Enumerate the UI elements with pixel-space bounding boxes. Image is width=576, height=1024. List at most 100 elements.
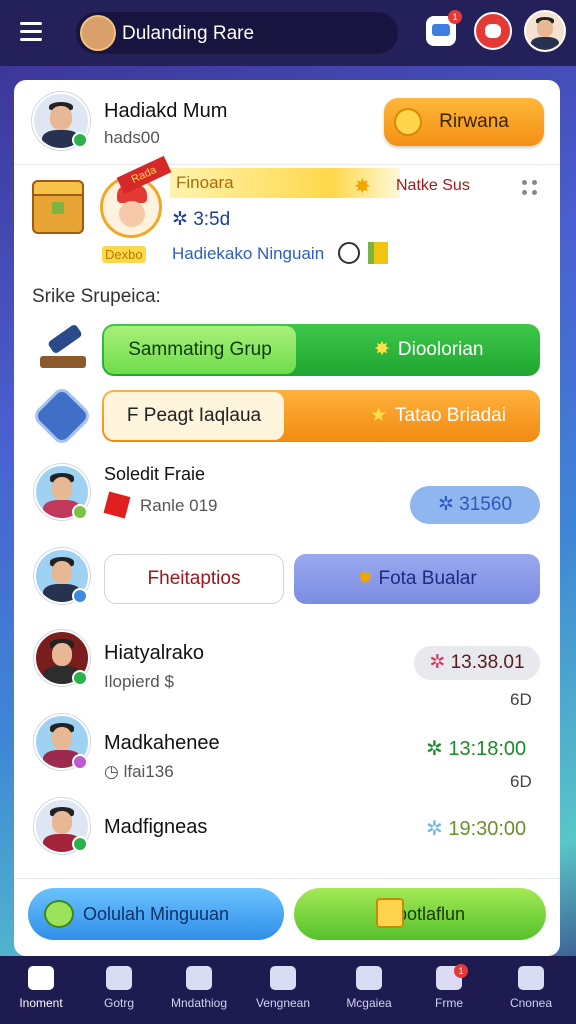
featured-side-label: Natke Sus [396,177,470,194]
player-subtitle: ◷ lfai136 [104,762,174,782]
star-icon: ★ [370,405,388,426]
player-subtitle: Ilopierd $ [104,672,174,691]
nav-badge: 1 [454,964,468,978]
time-label-value: 19:30:00 [448,818,527,840]
group-row-button[interactable]: Sammating Grup ✸ Dioolorian [102,324,540,376]
player-name: Madkahenee [104,732,220,754]
title-pill[interactable]: Dulanding Rare [76,12,398,54]
menu-icon[interactable] [20,22,42,41]
cross-icon [270,966,296,990]
app-avatar-icon [80,15,116,51]
profile-name: Hadiakd Mum [104,100,228,122]
shield-icon [30,384,94,448]
star-icon: ✸ [374,339,390,360]
cow-face-icon [485,24,501,38]
player-count: 6D [510,690,532,709]
nav-item-library[interactable]: Mcgaiea [328,956,410,1024]
score-chip[interactable]: ✲ 31560 [410,486,540,524]
nav-item-home[interactable]: Inoment [0,956,82,1024]
nav-label: Vengnean [255,996,311,1010]
star-badge-icon: ✸ [354,176,371,198]
time-label: ✲ 19:30:00 [426,816,526,841]
left-action-label: Oolulah Minguuan [82,904,230,924]
group-row-right-label: Dioolorian [397,339,484,360]
score-chip-value: 31560 [459,494,513,515]
cube-icon [368,242,388,264]
nav-item-chat[interactable]: Frme [408,956,490,1024]
gem-icon: ✲ [437,494,460,515]
group-row-right: ✸ Dioolorian [374,324,483,376]
gem-icon: ✲ [172,209,194,230]
player-count: 6D [510,772,532,791]
nav-label: Mcgaiea [346,996,392,1010]
nav-label: Cnonea [509,996,553,1010]
time-label: ✲ 13:18:00 [426,736,526,761]
primary-button[interactable]: ✹ Fota Bualar [294,554,540,604]
nav-label: Gotrg [103,996,134,1010]
status-icon [72,504,88,520]
nav-item-versus[interactable]: Vengnean [242,956,324,1024]
divider [14,878,560,879]
quest-row-right-label: Tatao Briadai [395,405,506,426]
primary-button-label: Fota Bualar [378,568,477,589]
featured-stat-value: 3:5d [193,209,231,230]
status-icon [72,836,88,852]
gem-icon: ✲ [429,652,451,673]
nav-item-profile[interactable]: Cnonea [490,956,572,1024]
top-bar: Dulanding Rare 1 [0,0,576,66]
profile-subtitle: hads00 [104,128,160,147]
section-heading: Srike Srupeica: [32,286,161,307]
quest-row-right: ★ Tatao Briadai [370,390,506,442]
player-name: Hiatyalrako [104,642,205,664]
group-row-left-label: Sammating Grup [104,326,296,374]
left-action-button[interactable]: Oolulah Minguuan [28,888,284,940]
gift-box-icon [376,898,404,928]
profile-avatar-button[interactable] [524,10,566,52]
featured-tag: Dexbo [102,246,146,263]
player-subtitle: Ranle 019 [140,496,218,515]
telescope-icon [40,323,88,372]
status-icon [72,754,88,770]
notification-badge: 1 [448,10,462,24]
divider [14,164,560,165]
nav-item-match[interactable]: Mndathiog [158,956,240,1024]
gem-icon: ✲ [426,818,449,840]
time-label-value: 13:18:00 [448,738,527,760]
red-cube-icon [103,491,131,519]
quest-row-left-label: F Peagt Iaqlaua [104,392,284,440]
status-icon [72,588,88,604]
featured-stat: ✲ 3:5d [172,208,230,231]
book-icon [356,966,382,990]
reward-button[interactable]: Rirwana [384,98,544,146]
treasure-chest-icon[interactable] [32,180,84,234]
nav-label: Inoment [19,996,63,1010]
avatar [526,12,564,50]
smile-icon [186,966,212,990]
person-icon [518,966,544,990]
player-subtitle-value: lfai136 [123,762,174,781]
gem-icon: ✲ [426,738,449,760]
clock-icon: ◷ [104,762,124,781]
time-chip[interactable]: ✲ 13.38.01 [414,646,540,680]
nav-item-shop[interactable]: Gotrg [78,956,160,1024]
flame-icon: ✹ [357,568,379,589]
status-icon [72,670,88,686]
home-icon [28,966,54,990]
smiley-icon [338,242,360,264]
more-options-icon[interactable] [522,180,538,196]
online-status-icon [72,132,88,148]
quest-row-button[interactable]: F Peagt Iaqlaua ★ Tatao Briadai [102,390,540,442]
featured-line: Hadiekako Ninguain [172,244,325,263]
reward-button-label: Rirwana [439,111,509,132]
chat-bubble-icon [432,24,450,36]
nav-label: Mndathiog [170,996,228,1010]
main-card: Hadiakd Mum hads00 Rirwana Finoara Rada … [14,80,560,956]
notification-button[interactable]: 1 [426,10,462,46]
right-action-button[interactable]: Bapotlaflun [294,888,546,940]
chat-icon [44,900,74,928]
nav-label: Frme [435,996,463,1010]
secondary-button[interactable]: Fheitaptios [104,554,284,604]
mascot-button[interactable] [474,12,512,50]
time-chip-value: 13.38.01 [450,652,525,673]
player-name: Soledit Fraie [104,464,206,484]
